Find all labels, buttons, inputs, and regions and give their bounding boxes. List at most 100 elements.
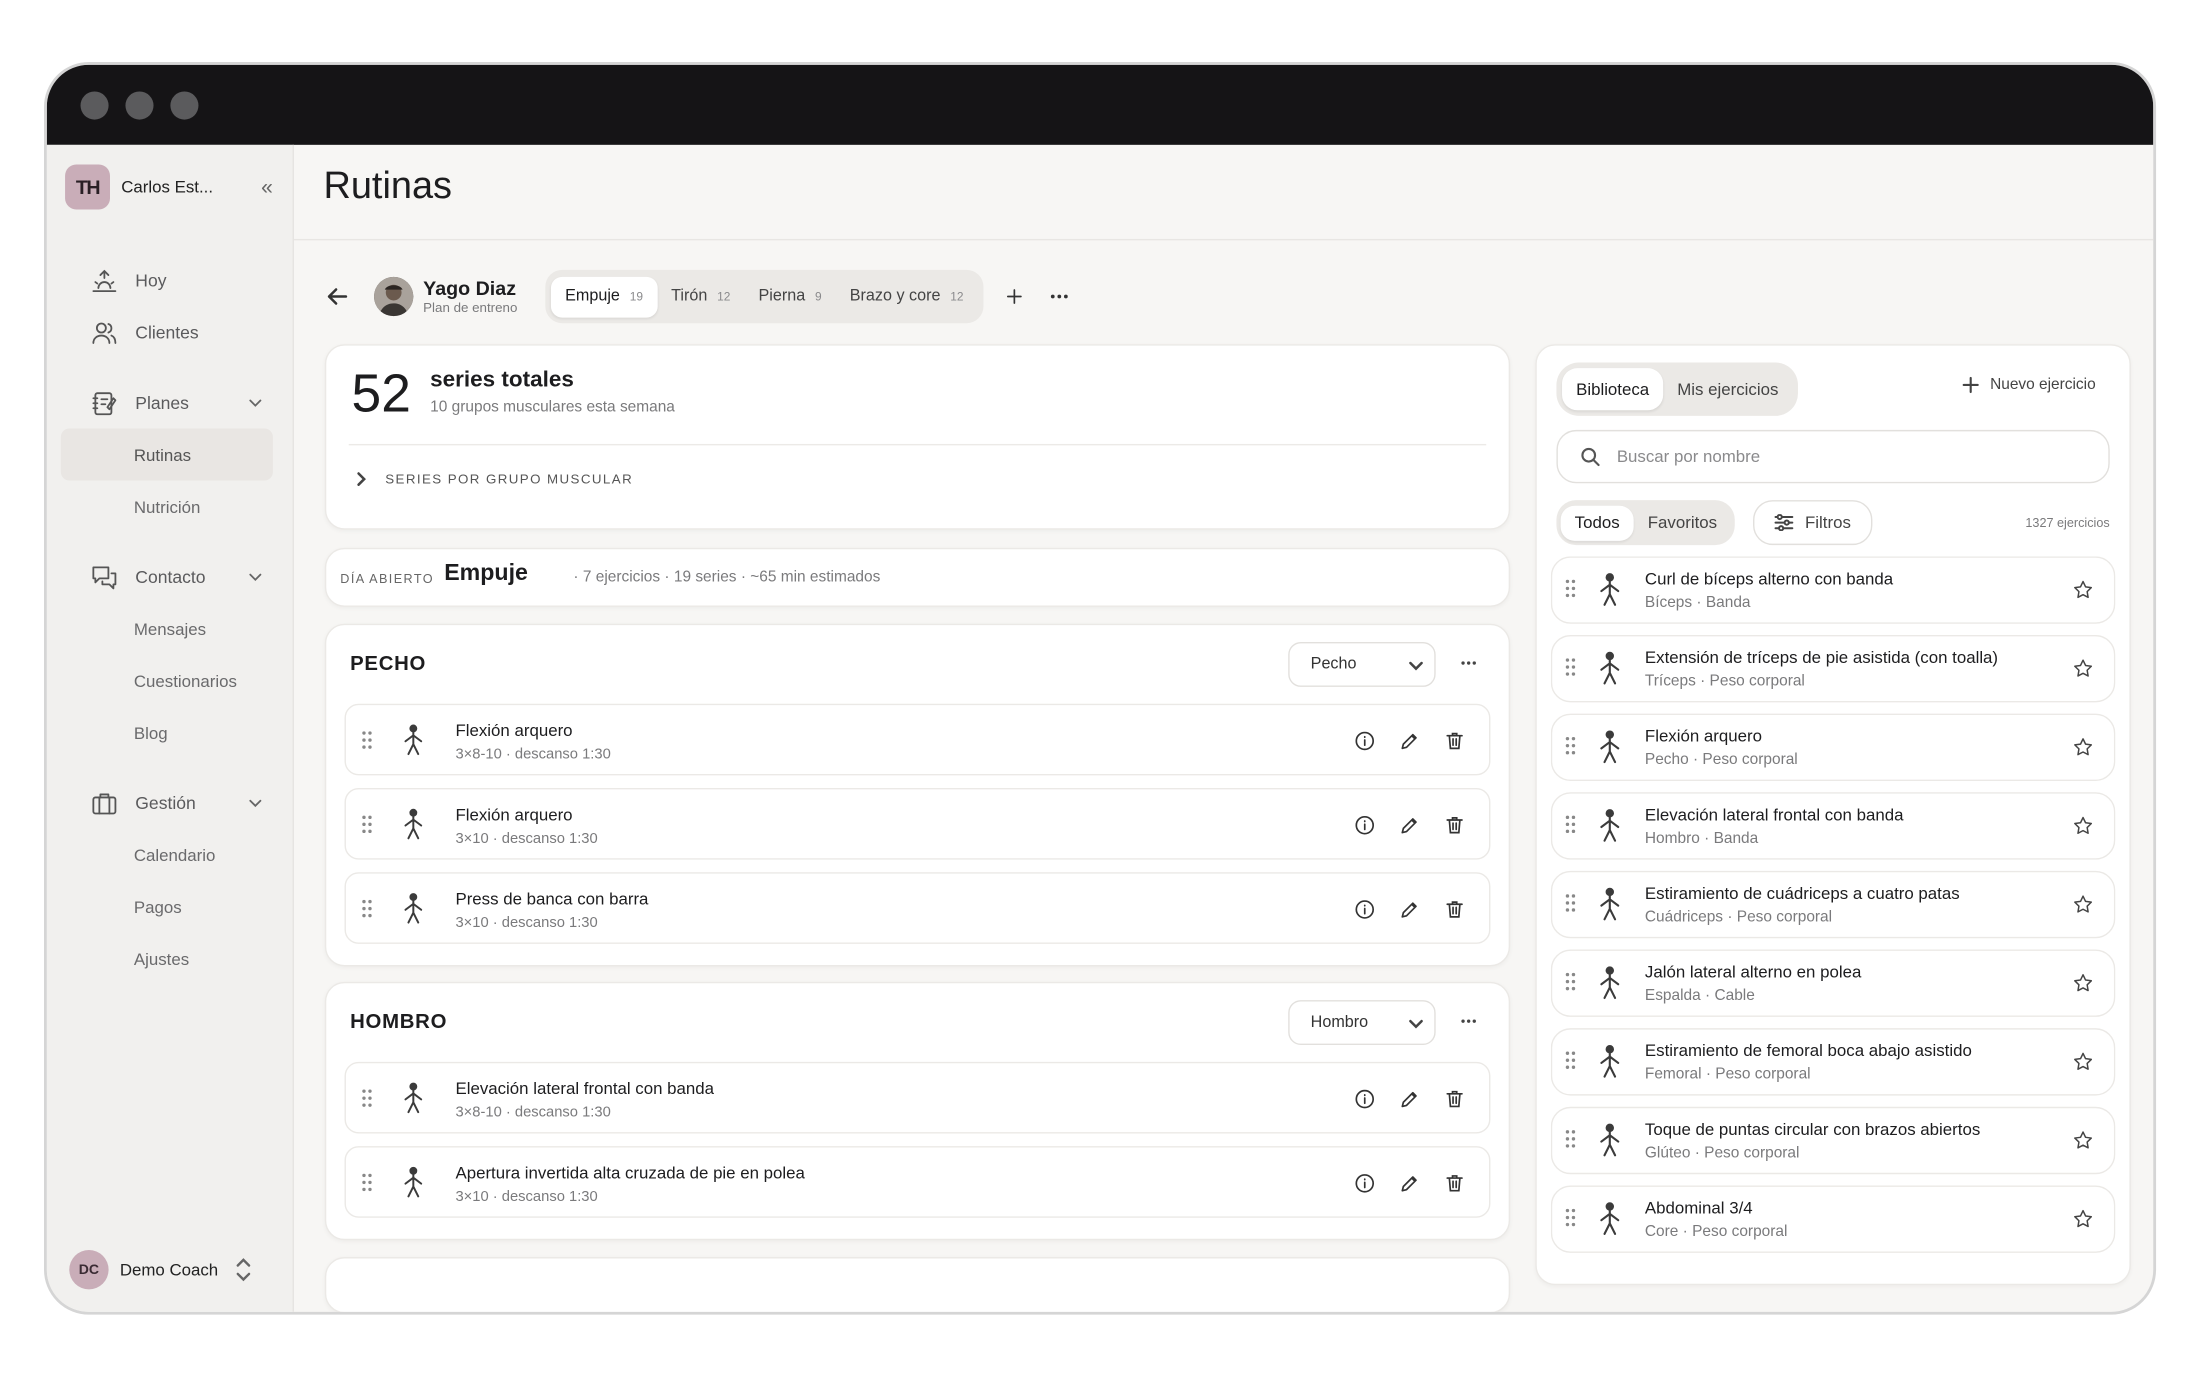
drag-handle-icon[interactable] — [360, 898, 374, 920]
library-item[interactable]: Curl de bíceps alterno con banda Bíceps ·… — [1550, 556, 2116, 624]
filter-todos[interactable]: Todos — [1560, 505, 1634, 541]
sidebar-item-cuestionarios[interactable]: Cuestionarios — [47, 655, 293, 707]
library-item[interactable]: Toque de puntas circular con brazos abie… — [1550, 1106, 2116, 1175]
drag-handle-icon[interactable] — [360, 1171, 374, 1193]
drag-handle-icon[interactable] — [1563, 1049, 1577, 1071]
edit-pencil-icon[interactable] — [1396, 1170, 1421, 1195]
muscle-group-select[interactable]: Hombro — [1288, 1000, 1436, 1046]
drag-handle-icon[interactable] — [1563, 813, 1577, 835]
library-item[interactable]: Abdominal 3/4 Core · Peso corporal — [1550, 1185, 2116, 1253]
chevron-down-icon[interactable] — [246, 393, 264, 411]
drag-handle-icon[interactable] — [1563, 1207, 1577, 1229]
drag-handle-icon[interactable] — [1563, 656, 1577, 678]
group-more-icon[interactable] — [1450, 1003, 1487, 1040]
exercise-row[interactable]: Elevación lateral frontal con banda 3×8-1… — [344, 1061, 1491, 1134]
info-icon[interactable] — [1351, 1086, 1376, 1111]
exercise-row[interactable]: Press de banca con barra 3×10 · descanso … — [344, 872, 1491, 944]
trash-icon[interactable] — [1441, 1086, 1466, 1111]
sidebar-item-pagos[interactable]: Pagos — [47, 881, 293, 933]
sidebar-item-hoy[interactable]: Hoy — [47, 254, 293, 306]
library-item-detail: Espalda · Cable — [1644, 987, 1755, 1005]
tab-brazo-y-core[interactable]: Brazo y core 12 — [836, 276, 978, 317]
star-icon[interactable] — [2072, 972, 2094, 994]
star-icon[interactable] — [2072, 657, 2094, 679]
new-exercise-button[interactable]: Nuevo ejercicio — [1962, 377, 2096, 393]
tab-tiron[interactable]: Tirón 12 — [657, 276, 744, 317]
search-input[interactable] — [1616, 446, 2095, 467]
sidebar-item-ajustes[interactable]: Ajustes — [47, 933, 293, 985]
muscle-group-select[interactable]: Pecho — [1288, 641, 1436, 687]
window-minimize-button[interactable] — [125, 91, 154, 120]
drag-handle-icon[interactable] — [1563, 577, 1577, 599]
info-icon[interactable] — [1351, 728, 1376, 753]
user-menu[interactable]: DC Demo Coach — [69, 1250, 254, 1290]
star-icon[interactable] — [2072, 893, 2094, 915]
star-icon[interactable] — [2072, 1208, 2094, 1230]
library-item[interactable]: Elevación lateral frontal con banda Hombr… — [1550, 792, 2116, 860]
drag-handle-icon[interactable] — [360, 1087, 374, 1109]
window-maximize-button[interactable] — [170, 91, 199, 120]
drag-handle-icon[interactable] — [1563, 971, 1577, 993]
library-item[interactable]: Estiramiento de femoral boca abajo asist… — [1550, 1028, 2116, 1096]
sidebar-item-clientes[interactable]: Clientes — [47, 306, 293, 358]
exercise-name: Flexión arquero — [455, 804, 573, 825]
series-summary-card: 52 series totales 10 grupos musculares e… — [324, 344, 1511, 530]
star-icon[interactable] — [2072, 1129, 2094, 1151]
star-icon[interactable] — [2072, 815, 2094, 837]
sidebar-item-contacto[interactable]: Contacto — [47, 551, 293, 603]
trash-icon[interactable] — [1441, 1170, 1466, 1195]
info-icon[interactable] — [1351, 812, 1376, 837]
trash-icon[interactable] — [1441, 728, 1466, 753]
info-icon[interactable] — [1351, 896, 1376, 921]
sidebar-item-mensajes[interactable]: Mensajes — [47, 603, 293, 655]
edit-pencil-icon[interactable] — [1396, 812, 1421, 837]
library-item[interactable]: Estiramiento de cuádriceps a cuatro pata… — [1550, 870, 2116, 939]
chevron-down-icon[interactable] — [246, 568, 264, 586]
sidebar-item-calendario[interactable]: Calendario — [47, 829, 293, 881]
chevron-down-icon[interactable] — [246, 794, 264, 812]
drag-handle-icon[interactable] — [360, 813, 374, 835]
exercise-row[interactable]: Flexión arquero 3×10 · descanso 1:30 — [344, 788, 1491, 860]
star-icon[interactable] — [2072, 1051, 2094, 1073]
drag-handle-icon[interactable] — [360, 729, 374, 751]
library-tabs: Biblioteca Mis ejercicios — [1556, 362, 1799, 416]
exercise-row[interactable]: Flexión arquero 3×8-10 · descanso 1:30 — [344, 703, 1491, 776]
back-arrow-icon[interactable] — [323, 282, 351, 310]
drag-handle-icon[interactable] — [1563, 1128, 1577, 1150]
tab-biblioteca[interactable]: Biblioteca — [1562, 368, 1664, 411]
window-close-button[interactable] — [80, 91, 109, 120]
search-field[interactable] — [1556, 429, 2110, 484]
edit-pencil-icon[interactable] — [1396, 896, 1421, 921]
trash-icon[interactable] — [1441, 896, 1466, 921]
add-day-icon[interactable] — [1000, 282, 1028, 310]
drag-handle-icon[interactable] — [1563, 735, 1577, 757]
exercise-row[interactable]: Apertura invertida alta cruzada de pie e… — [344, 1146, 1491, 1218]
library-item[interactable]: Extensión de tríceps de pie asistida (co… — [1550, 634, 2116, 703]
filter-favoritos[interactable]: Favoritos — [1634, 505, 1731, 540]
tab-mis-ejercicios[interactable]: Mis ejercicios — [1663, 368, 1792, 410]
collapse-sidebar-icon[interactable]: « — [261, 175, 273, 199]
series-by-muscle-toggle[interactable]: SERIES POR GRUPO MUSCULAR — [352, 469, 634, 489]
group-more-icon[interactable] — [1450, 645, 1487, 682]
star-icon[interactable] — [2072, 579, 2094, 601]
more-options-icon[interactable] — [1045, 282, 1073, 310]
sidebar-item-blog[interactable]: Blog — [47, 707, 293, 759]
sidebar-item-rutinas[interactable]: Rutinas — [60, 428, 273, 481]
tab-empuje[interactable]: Empuje 19 — [551, 276, 658, 317]
sidebar-item-gestion[interactable]: Gestión — [47, 777, 293, 829]
exercise-thumbnail — [1589, 962, 1631, 1004]
filters-button[interactable]: Filtros — [1753, 500, 1872, 546]
users-icon — [89, 317, 120, 348]
library-item[interactable]: Jalón lateral alterno en polea Espalda · … — [1550, 949, 2116, 1017]
trash-icon[interactable] — [1441, 812, 1466, 837]
edit-pencil-icon[interactable] — [1396, 1086, 1421, 1111]
info-icon[interactable] — [1351, 1170, 1376, 1195]
sidebar-item-planes[interactable]: Planes — [47, 377, 293, 429]
workspace-switcher[interactable]: TH Carlos Est... « — [65, 164, 276, 210]
library-item[interactable]: Flexión arquero Pecho · Peso corporal — [1550, 713, 2116, 782]
sidebar-item-nutricion[interactable]: Nutrición — [47, 480, 293, 532]
tab-pierna[interactable]: Pierna 9 — [744, 276, 835, 317]
drag-handle-icon[interactable] — [1563, 892, 1577, 914]
edit-pencil-icon[interactable] — [1396, 728, 1421, 753]
star-icon[interactable] — [2072, 736, 2094, 758]
